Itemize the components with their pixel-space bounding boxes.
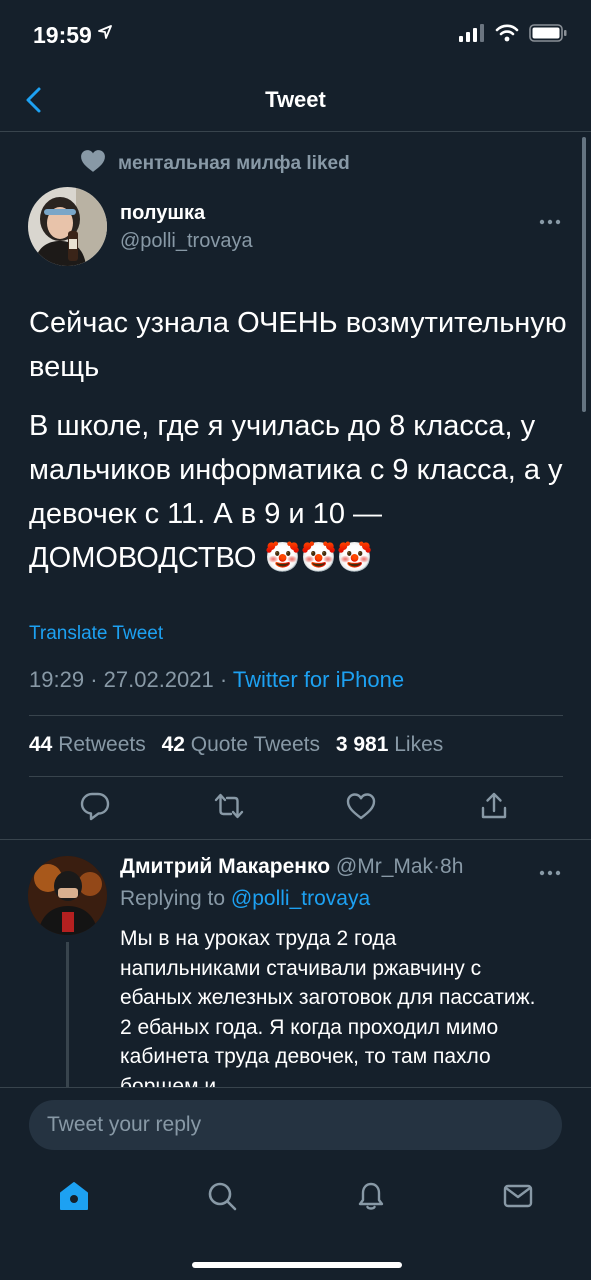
reply-text: Мы в на уроках труда 2 года напильниками… <box>120 927 536 1087</box>
tweet-text-paragraph: В школе, где я училась до 8 класса, у ма… <box>29 410 563 574</box>
battery-icon <box>529 24 567 47</box>
reply-time: 8h <box>440 855 464 878</box>
quote-tweets-label: Quote Tweets <box>190 733 320 756</box>
tweet-date: 27.02.2021 <box>103 667 214 692</box>
status-bar: 19:59 <box>0 0 591 70</box>
search-icon[interactable] <box>206 1180 238 1212</box>
notifications-icon[interactable] <box>355 1180 387 1212</box>
tweet-stats: 44 Retweets 42 Quote Tweets 3 981 Likes <box>29 733 453 757</box>
retweets-stat[interactable]: 44 Retweets <box>29 733 146 756</box>
author-name[interactable]: полушка <box>120 202 205 225</box>
reply-icon[interactable] <box>79 790 111 822</box>
messages-icon[interactable] <box>502 1180 534 1212</box>
reply-author-name[interactable]: Дмитрий Макаренко <box>120 855 330 878</box>
page-title: Tweet <box>265 87 326 112</box>
scroll-indicator <box>582 137 586 412</box>
reply-more-options-icon[interactable] <box>539 856 561 882</box>
compose-bar <box>0 1087 591 1162</box>
divider <box>29 776 563 777</box>
retweet-icon[interactable] <box>213 790 245 822</box>
translate-tweet-link[interactable]: Translate Tweet <box>29 623 163 645</box>
author-avatar[interactable] <box>28 187 107 266</box>
reply-author-handle[interactable]: @Mr_Mak <box>336 855 433 878</box>
replying-to: Replying to @polli_trovaya <box>120 887 370 911</box>
divider <box>0 839 591 840</box>
likes-stat[interactable]: 3 981 Likes <box>336 733 443 756</box>
reply-header[interactable]: Дмитрий Макаренко @Mr_Mak·8h <box>120 855 463 879</box>
meta-separator: · <box>433 855 441 878</box>
quote-tweets-stat[interactable]: 42 Quote Tweets <box>162 733 320 756</box>
status-time: 19:59 <box>33 22 92 48</box>
divider <box>29 715 563 716</box>
tweet-text-paragraph: Сейчас узнала ОЧЕНЬ возмутительную вещь <box>29 307 567 383</box>
likes-count: 3 981 <box>335 733 389 756</box>
social-context[interactable]: ментальная милфа liked <box>80 149 350 178</box>
home-indicator <box>192 1262 402 1268</box>
home-icon[interactable] <box>58 1180 90 1212</box>
author-handle[interactable]: @polli_trovaya <box>120 230 253 253</box>
status-indicators <box>459 24 567 47</box>
quote-tweets-count: 42 <box>161 733 185 756</box>
likes-label: Likes <box>394 733 444 756</box>
meta-separator: · <box>90 667 104 692</box>
tweet-time: 19:29 <box>29 667 85 692</box>
nav-bar: Tweet <box>0 70 591 132</box>
tweet-source-link[interactable]: Twitter for iPhone <box>233 667 404 692</box>
more-options-icon[interactable] <box>539 205 561 231</box>
like-icon[interactable] <box>345 790 377 822</box>
reply-input[interactable] <box>29 1100 562 1150</box>
thread-line <box>66 942 69 1087</box>
share-icon[interactable] <box>478 790 510 822</box>
heart-icon <box>80 149 106 178</box>
social-context-text: ментальная милфа liked <box>118 152 350 174</box>
location-arrow-icon <box>98 25 112 44</box>
replying-to-mention[interactable]: @polli_trovaya <box>231 887 370 910</box>
retweets-label: Retweets <box>58 733 146 756</box>
tweet-actions <box>0 790 591 830</box>
signal-icon <box>459 24 485 47</box>
wifi-icon <box>495 24 519 47</box>
meta-separator: · <box>219 667 233 692</box>
retweets-count: 44 <box>29 733 53 756</box>
replying-prefix: Replying to <box>120 887 226 910</box>
reply-author-avatar[interactable] <box>28 856 107 935</box>
tweet-meta: 19:29 · 27.02.2021 · Twitter for iPhone <box>29 667 404 693</box>
